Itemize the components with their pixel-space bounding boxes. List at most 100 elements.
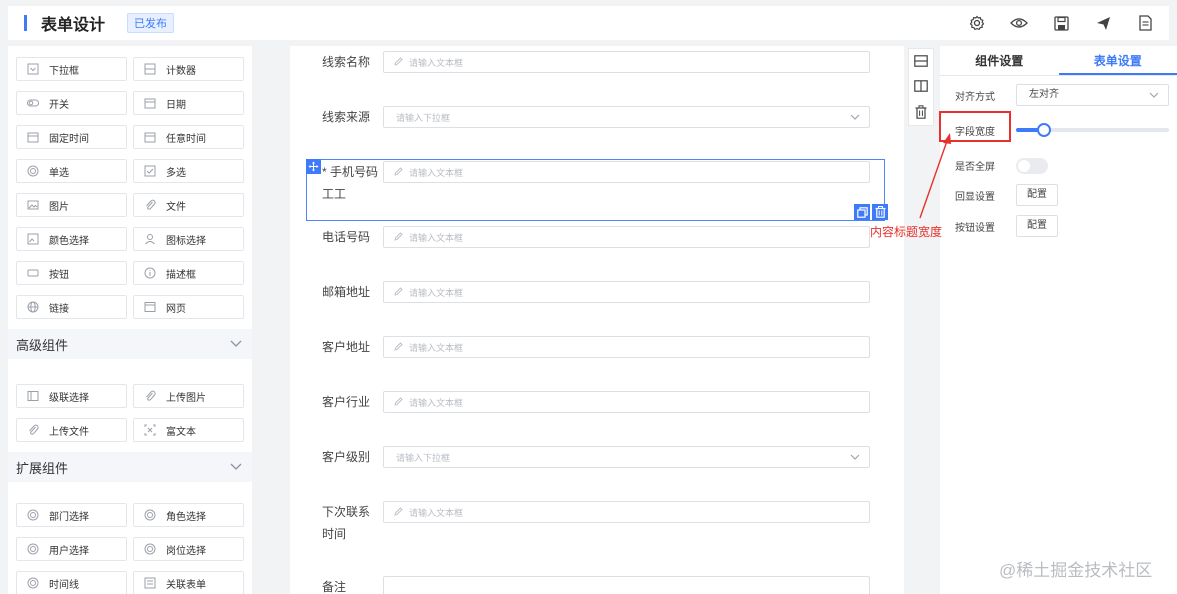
component-item[interactable]: 角色选择 <box>133 503 244 527</box>
toggle-knob <box>1018 160 1030 172</box>
component-label: 富文本 <box>166 426 196 438</box>
align-label: 对齐方式 <box>955 92 995 103</box>
align-select[interactable]: 左对齐 <box>1016 84 1169 106</box>
split-rows-icon[interactable] <box>914 55 928 68</box>
component-item[interactable]: 颜色选择 <box>16 227 127 251</box>
button-config-button[interactable]: 配置 <box>1016 215 1058 237</box>
component-item[interactable]: 描述框 <box>133 261 244 285</box>
form-text-input[interactable]: 请输入文本框 <box>383 226 870 248</box>
send-icon[interactable] <box>1093 13 1113 33</box>
tab-component-settings[interactable]: 组件设置 <box>940 46 1059 75</box>
section-extended-header[interactable]: 扩展组件 <box>8 452 252 482</box>
palette-icon <box>27 233 39 245</box>
component-label: 固定时间 <box>49 133 89 145</box>
form-field-row: 下次联系 时间 请输入文本框 <box>290 501 904 544</box>
form-field-label: 客户行业 <box>322 395 371 409</box>
document-icon[interactable] <box>1135 13 1155 33</box>
form-text-input[interactable]: 请输入文本框 <box>383 281 870 303</box>
fullscreen-toggle[interactable] <box>1016 158 1048 174</box>
split-columns-icon[interactable] <box>914 80 928 92</box>
component-item[interactable]: 开关 <box>16 91 127 115</box>
form-text-input[interactable]: 请输入文本框 <box>383 336 870 358</box>
form-text-input[interactable]: 请输入文本框 <box>383 51 870 73</box>
echo-config-button[interactable]: 配置 <box>1016 184 1058 206</box>
component-item[interactable]: 任意时间 <box>133 125 244 149</box>
component-item[interactable]: 关联表单 <box>133 571 244 594</box>
form-text-input[interactable]: 请输入文本框 <box>383 501 870 523</box>
copy-icon[interactable] <box>854 204 870 220</box>
component-item[interactable]: 单选 <box>16 159 127 183</box>
gear-icon[interactable] <box>967 13 987 33</box>
globe-icon <box>27 301 39 313</box>
component-item[interactable]: 上传图片 <box>133 384 244 408</box>
calendar-icon <box>27 131 39 143</box>
width-slider[interactable] <box>1016 123 1169 137</box>
trash-icon[interactable] <box>915 104 927 119</box>
button-icon <box>27 267 39 279</box>
width-slider-thumb[interactable] <box>1036 123 1051 137</box>
tab-form-settings[interactable]: 表单设置 <box>1058 46 1177 75</box>
component-item[interactable]: 用户选择 <box>16 537 127 561</box>
form-canvas: 线索名称 请输入文本框 线索来源 请输入下拉框 * 手机号码 工工 请输入文本框 电话号码 请输… <box>290 46 904 594</box>
component-item[interactable]: 链接 <box>16 295 127 319</box>
pencil-icon <box>394 56 403 68</box>
delete-icon[interactable] <box>872 204 888 220</box>
fullscreen-label: 是否全屏 <box>955 162 995 173</box>
basic-component-grid: 下拉框 计数器 开关 日期固定时间 任意时间单选 多选图片 文件颜色选择 图标选择 按钮 描述框链… <box>8 57 252 319</box>
paperclip-icon <box>144 199 156 211</box>
component-label: 颜色选择 <box>49 235 89 247</box>
component-item[interactable]: 下拉框 <box>16 57 127 81</box>
component-item[interactable]: 网页 <box>133 295 244 319</box>
section-advanced-title: 高级组件 <box>16 337 69 353</box>
component-item[interactable]: 多选 <box>133 159 244 183</box>
input-placeholder: 请输入文本框 <box>409 232 464 243</box>
component-item[interactable]: 日期 <box>133 91 244 115</box>
paperclip-icon <box>27 424 39 436</box>
component-label: 关联表单 <box>166 579 206 591</box>
section-advanced-header[interactable]: 高级组件 <box>8 329 252 359</box>
component-item[interactable]: 图片 <box>16 193 127 217</box>
watermark: @稀土掘金技术社区 <box>999 561 1153 580</box>
input-placeholder: 请输入文本框 <box>409 342 464 353</box>
component-item[interactable]: 计数器 <box>133 57 244 81</box>
pencil-icon <box>394 396 403 408</box>
image-icon <box>27 199 39 211</box>
component-label: 任意时间 <box>166 133 206 145</box>
component-label: 级联选择 <box>49 392 89 404</box>
select-icon <box>27 63 39 75</box>
page-title: 表单设计 <box>41 17 106 34</box>
eye-icon[interactable] <box>1009 13 1029 33</box>
component-item[interactable]: 按钮 <box>16 261 127 285</box>
cascader-icon <box>27 390 39 402</box>
component-label: 图片 <box>49 201 69 213</box>
form-text-input[interactable]: 请输入文本框 <box>383 161 870 183</box>
settings-tabs: 组件设置 表单设置 <box>940 46 1177 76</box>
chevron-down-icon <box>850 454 860 460</box>
echo-row: 回显设置 配置 <box>940 184 1177 206</box>
chevron-down-icon <box>850 114 860 120</box>
form-select[interactable]: 请输入下拉框 <box>383 446 870 468</box>
input-placeholder: 请输入文本框 <box>409 397 464 408</box>
component-item[interactable]: 富文本 <box>133 418 244 442</box>
component-item[interactable]: 部门选择 <box>16 503 127 527</box>
component-item[interactable]: 时间线 <box>16 571 127 594</box>
form-field-label: 电话号码 <box>322 230 371 244</box>
component-item[interactable]: 级联选择 <box>16 384 127 408</box>
component-item[interactable]: 图标选择 <box>133 227 244 251</box>
section-extended-title: 扩展组件 <box>16 460 69 476</box>
component-label: 链接 <box>49 303 69 315</box>
form-text-input[interactable] <box>383 576 870 594</box>
calendar-icon <box>144 97 156 109</box>
component-item[interactable]: 文件 <box>133 193 244 217</box>
info-icon <box>144 267 156 279</box>
save-icon[interactable] <box>1051 13 1071 33</box>
component-item[interactable]: 上传文件 <box>16 418 127 442</box>
component-item[interactable]: 岗位选择 <box>133 537 244 561</box>
component-item[interactable]: 固定时间 <box>16 125 127 149</box>
component-label: 描述框 <box>166 269 196 281</box>
component-label: 角色选择 <box>166 511 206 523</box>
paperclip-icon <box>144 390 156 402</box>
form-field-row: 客户地址 请输入文本框 <box>290 336 904 379</box>
form-select[interactable]: 请输入下拉框 <box>383 106 870 128</box>
form-text-input[interactable]: 请输入文本框 <box>383 391 870 413</box>
